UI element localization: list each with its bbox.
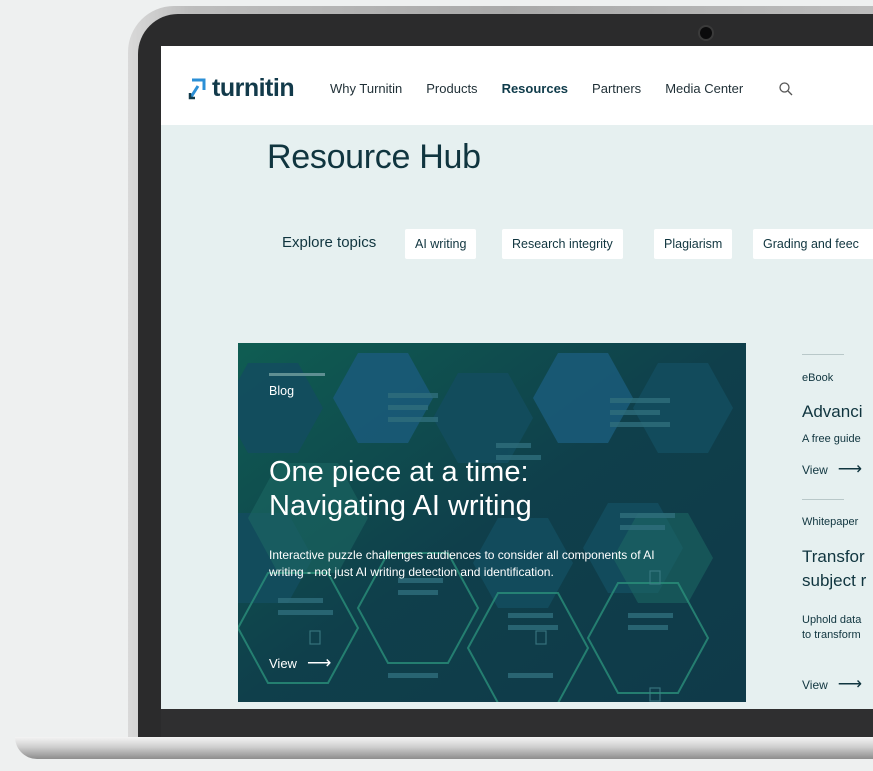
card-title-line-1: One piece at a time: bbox=[269, 456, 529, 488]
page-title: Resource Hub bbox=[267, 138, 481, 176]
topic-chip-grading-and-feedback[interactable]: Grading and feec bbox=[753, 229, 873, 259]
card-description: Interactive puzzle challenges audiences … bbox=[269, 547, 729, 581]
side-item-description: A free guide bbox=[802, 433, 861, 445]
card-view-link[interactable]: View ⟶ bbox=[269, 653, 331, 673]
card-divider bbox=[269, 373, 325, 376]
card-category-tag: Blog bbox=[269, 384, 295, 398]
card-description-line-2: writing - not just AI writing detection … bbox=[269, 565, 554, 579]
topic-chip-research-integrity[interactable]: Research integrity bbox=[502, 229, 623, 259]
side-item-view-link[interactable]: View ⟶ bbox=[802, 459, 862, 479]
nav-item-partners[interactable]: Partners bbox=[592, 81, 641, 96]
card-title-line-2: Navigating AI writing bbox=[269, 490, 532, 522]
side-item-title-line-1[interactable]: Transfor bbox=[802, 546, 865, 568]
webcam-icon bbox=[700, 27, 712, 39]
laptop-base bbox=[15, 737, 873, 759]
side-item-title[interactable]: Advanci bbox=[802, 401, 862, 423]
side-item-title-line-2[interactable]: subject r bbox=[802, 570, 866, 592]
nav-item-resources[interactable]: Resources bbox=[502, 81, 568, 96]
logo-text: turnitin bbox=[212, 74, 295, 102]
top-navigation: turnitin Why Turnitin Products Resources… bbox=[161, 46, 873, 125]
side-item-view-link[interactable]: View ⟶ bbox=[802, 674, 862, 694]
topic-chip-plagiarism[interactable]: Plagiarism bbox=[654, 229, 733, 259]
side-item-description-line-2: to transform bbox=[802, 629, 861, 641]
card-view-label: View bbox=[269, 655, 297, 671]
arrow-right-icon: ⟶ bbox=[837, 459, 863, 478]
side-view-label: View bbox=[802, 678, 828, 692]
side-item-type: Whitepaper bbox=[802, 516, 859, 528]
side-divider bbox=[802, 354, 844, 355]
turnitin-logo-icon bbox=[188, 78, 206, 99]
nav-menu: Why Turnitin Products Resources Partners… bbox=[330, 81, 767, 96]
card-title[interactable]: One piece at a time: Navigating AI writi… bbox=[269, 455, 709, 523]
side-divider bbox=[802, 499, 844, 500]
side-view-label: View bbox=[802, 463, 828, 477]
topic-chip-ai-writing[interactable]: AI writing bbox=[405, 229, 477, 259]
featured-resource-card[interactable]: Blog One piece at a time: Navigating AI … bbox=[238, 343, 746, 702]
side-item-type: eBook bbox=[802, 372, 834, 384]
card-description-line-1: Interactive puzzle challenges audiences … bbox=[269, 548, 655, 562]
explore-topics-label: Explore topics bbox=[282, 234, 377, 251]
nav-item-media-center[interactable]: Media Center bbox=[665, 81, 743, 96]
side-item-description-line-1: Uphold data bbox=[802, 614, 862, 626]
nav-item-why-turnitin[interactable]: Why Turnitin bbox=[330, 81, 402, 96]
turnitin-logo[interactable]: turnitin bbox=[188, 74, 295, 103]
arrow-right-icon: ⟶ bbox=[306, 653, 332, 672]
arrow-right-icon: ⟶ bbox=[837, 674, 863, 693]
nav-item-products[interactable]: Products bbox=[426, 81, 477, 96]
browser-screen: turnitin Why Turnitin Products Resources… bbox=[161, 46, 873, 709]
search-icon[interactable] bbox=[778, 81, 794, 97]
